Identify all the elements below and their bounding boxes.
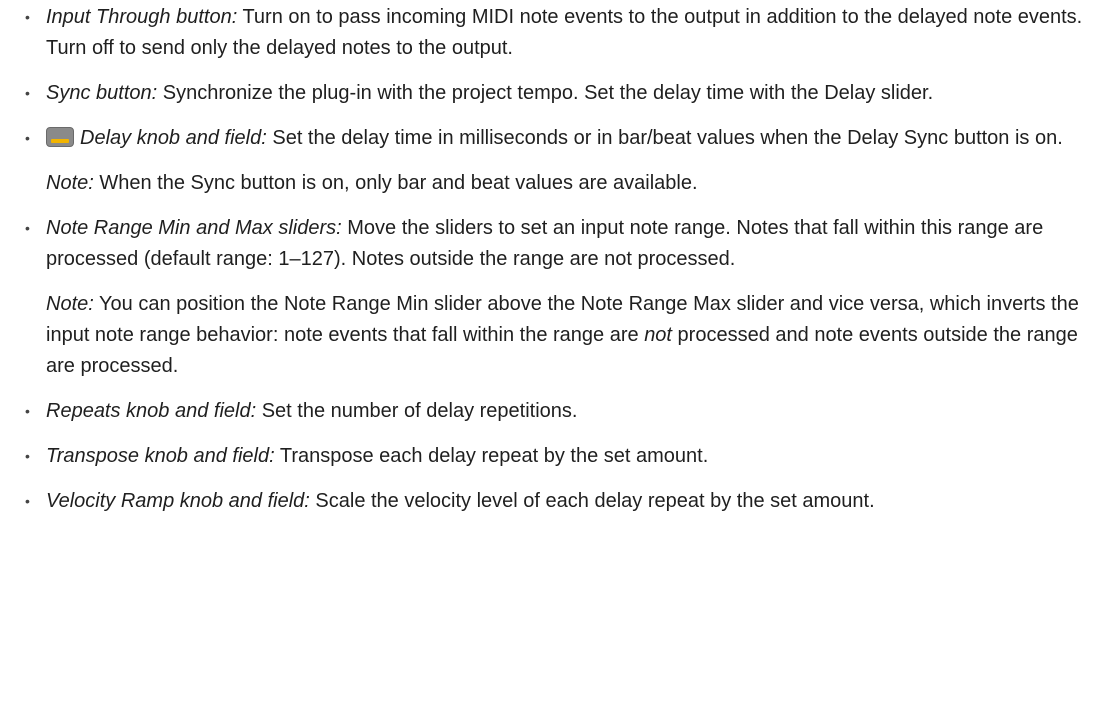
item-term: Transpose knob and field: (46, 445, 275, 467)
list-item-input-through: • Input Through button: Turn on to pass … (0, 2, 1093, 64)
delay-display-icon (46, 127, 74, 147)
delay-display-icon-stripe (51, 139, 69, 143)
list-item-repeats: • Repeats knob and field: Set the number… (0, 396, 1093, 427)
list-item-velocity-ramp: • Velocity Ramp knob and field: Scale th… (0, 486, 1093, 517)
item-term: Input Through button: (46, 6, 238, 28)
note-label: Note: (46, 293, 94, 315)
bullet: • (25, 403, 30, 419)
item-term: Repeats knob and field: (46, 400, 257, 422)
item-description: Set the number of delay repetitions. (256, 400, 578, 422)
list-item-transpose: • Transpose knob and field: Transpose ea… (0, 441, 1093, 472)
item-paragraph: Sync button: Synchronize the plug-in wit… (46, 78, 1093, 109)
note-label: Note: (46, 172, 94, 194)
note-paragraph: Note: You can position the Note Range Mi… (46, 289, 1093, 382)
item-paragraph: Delay knob and field: Set the delay time… (46, 123, 1093, 154)
item-paragraph: Input Through button: Turn on to pass in… (46, 2, 1093, 64)
bullet: • (25, 493, 30, 509)
item-paragraph: Note Range Min and Max sliders: Move the… (46, 213, 1093, 275)
item-paragraph: Repeats knob and field: Set the number o… (46, 396, 1093, 427)
item-term: Velocity Ramp knob and field: (46, 490, 310, 512)
parameter-list: • Input Through button: Turn on to pass … (0, 2, 1093, 531)
bullet: • (25, 85, 30, 101)
item-description: Scale the velocity level of each delay r… (309, 490, 875, 512)
item-paragraph: Transpose knob and field: Transpose each… (46, 441, 1093, 472)
bullet: • (25, 448, 30, 464)
item-paragraph: Velocity Ramp knob and field: Scale the … (46, 486, 1093, 517)
note-paragraph: Note: When the Sync button is on, only b… (46, 168, 1093, 199)
note-emphasis: not (644, 324, 672, 346)
item-term: Note Range Min and Max sliders: (46, 217, 342, 239)
item-description: Set the delay time in milliseconds or in… (266, 127, 1063, 149)
list-item-sync: • Sync button: Synchronize the plug-in w… (0, 78, 1093, 109)
bullet: • (25, 9, 30, 25)
item-description: Synchronize the plug-in with the project… (157, 82, 934, 104)
bullet: • (25, 220, 30, 236)
bullet: • (25, 130, 30, 146)
note-text: When the Sync button is on, only bar and… (93, 172, 698, 194)
item-term: Delay knob and field: (80, 127, 267, 149)
list-item-note-range: • Note Range Min and Max sliders: Move t… (0, 213, 1093, 382)
item-term: Sync button: (46, 82, 158, 104)
item-description: Transpose each delay repeat by the set a… (274, 445, 709, 467)
list-item-delay: • Delay knob and field: Set the delay ti… (0, 123, 1093, 199)
